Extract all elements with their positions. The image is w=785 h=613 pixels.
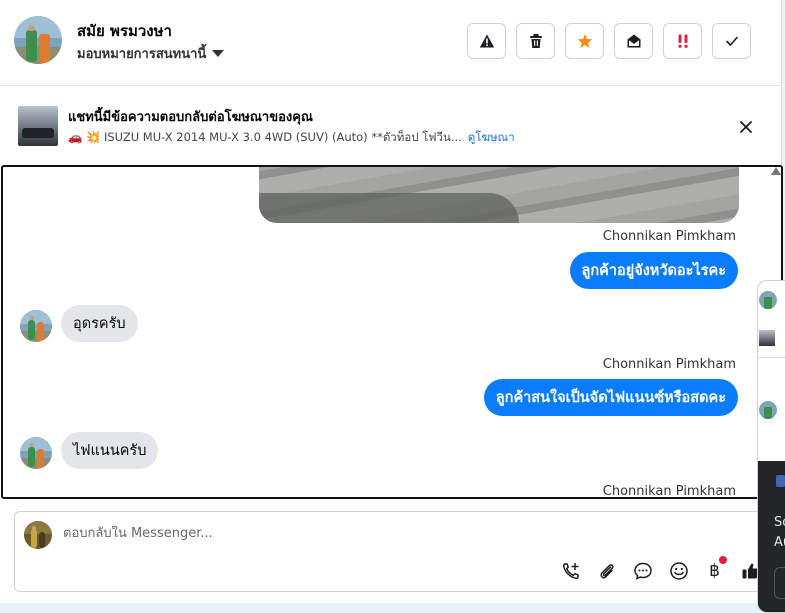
star-button[interactable]: [565, 23, 604, 59]
side-card-icon: [776, 475, 785, 487]
side-avatar: [759, 291, 777, 309]
mark-unread-button[interactable]: [614, 23, 653, 59]
sender-name: Chonnikan Pimkham: [602, 484, 736, 499]
delete-button[interactable]: [516, 23, 555, 59]
reply-input[interactable]: [63, 526, 743, 541]
incoming-message[interactable]: อุดรครับ: [61, 305, 138, 342]
bottom-strip: [0, 603, 758, 613]
view-ad-link[interactable]: ดูโฆษณา: [468, 129, 515, 147]
conversation-panel: สมัย พรมวงษา มอบหมายการสนทนานี้ แชทนี้มี…: [0, 0, 783, 603]
notification-dot: [719, 556, 727, 564]
scroll-up-arrow-icon[interactable]: [771, 167, 781, 175]
payment-icon: ฿: [709, 560, 720, 581]
emoji-icon: [669, 561, 688, 580]
contact-avatar[interactable]: [14, 16, 62, 64]
ad-reply-banner: แชทนี้มีข้อความตอบกลับต่อโฆษณาของคุณ 🚗 💥…: [0, 87, 782, 164]
follow-up-icon: [677, 34, 688, 48]
message-thread[interactable]: Chonnikan Pimkham ลูกค้าอยู่จังหวัดอะไรค…: [1, 165, 783, 499]
sender-name: Chonnikan Pimkham: [602, 229, 736, 244]
caret-down-icon: [212, 50, 225, 57]
ad-thumbnail[interactable]: [18, 106, 58, 146]
contact-name[interactable]: สมัย พรมวงษา: [77, 19, 172, 43]
emoji-button[interactable]: [666, 558, 691, 583]
side-card-button[interactable]: [774, 567, 785, 599]
side-avatar: [759, 401, 777, 419]
page-avatar: [24, 521, 52, 549]
mark-done-button[interactable]: [712, 23, 751, 59]
saved-replies-button[interactable]: [630, 558, 655, 583]
side-card-line-2: Au: [774, 535, 785, 550]
ad-description: 🚗 💥 ISUZU MU-X 2014 MU-X 3.0 4WD (SUV) (…: [68, 130, 462, 144]
outgoing-message[interactable]: ลูกค้าอยู่จังหวัดอะไรคะ: [569, 252, 738, 289]
assign-conversation-dropdown[interactable]: มอบหมายการสนทนานี้: [77, 43, 225, 64]
assign-label: มอบหมายการสนทนานี้: [77, 47, 207, 62]
side-card-line-1: So: [774, 515, 785, 530]
close-icon[interactable]: [736, 117, 756, 137]
conversation-header: สมัย พรมวงษา มอบหมายการสนทนานี้: [0, 0, 782, 86]
follow-up-button[interactable]: [663, 23, 702, 59]
reply-composer: ฿: [14, 511, 782, 592]
spam-button[interactable]: [467, 23, 506, 59]
conversation-toolbar: [467, 23, 751, 59]
trash-icon: [529, 34, 542, 48]
side-card-text: So Au: [774, 513, 785, 553]
warning-icon: [479, 34, 494, 48]
outgoing-message[interactable]: ลูกค้าสนใจเป็นจัดไฟแนนซ์หรือสดคะ: [483, 379, 738, 416]
photo-attachment[interactable]: [259, 167, 739, 223]
saved-reply-icon: [633, 562, 652, 580]
attachment-icon: [599, 563, 613, 579]
ad-banner-subtitle: 🚗 💥 ISUZU MU-X 2014 MU-X 3.0 4WD (SUV) (…: [68, 129, 515, 147]
call-add-icon: [562, 562, 579, 579]
side-ad-thumbnail: [759, 330, 775, 346]
floating-side-panel[interactable]: So Au: [757, 280, 785, 613]
composer-toolbar: ฿: [558, 556, 763, 583]
attach-button[interactable]: [594, 558, 619, 583]
sender-name: Chonnikan Pimkham: [602, 357, 736, 372]
contact-avatar-small: [20, 310, 52, 342]
incoming-message[interactable]: ไฟแนนครับ: [61, 432, 159, 469]
contact-avatar-small: [20, 437, 52, 469]
star-icon: [577, 34, 592, 48]
side-divider: [758, 357, 785, 358]
payment-button[interactable]: ฿: [702, 556, 727, 583]
ad-banner-title: แชทนี้มีข้อความตอบกลับต่อโฆษณาของคุณ: [68, 110, 313, 125]
call-add-button[interactable]: [558, 558, 583, 583]
mail-open-icon: [627, 34, 640, 48]
check-icon: [725, 36, 738, 46]
